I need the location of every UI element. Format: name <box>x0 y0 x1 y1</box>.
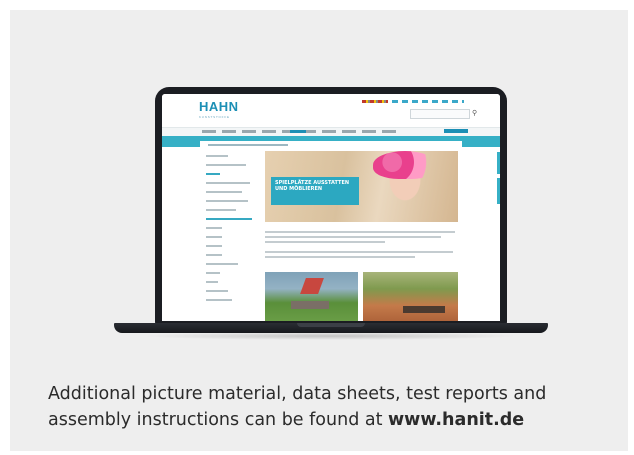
website-url-link[interactable]: www.hanit.de <box>388 410 524 430</box>
caption-line-1: Additional picture material, data sheets… <box>48 384 547 404</box>
website-side-tab <box>497 152 500 174</box>
website-search-field <box>410 109 470 119</box>
language-flags <box>362 100 388 103</box>
laptop-notch <box>297 323 365 327</box>
caption-line-2-prefix: assembly instructions can be found at <box>48 410 389 430</box>
caption-text: Additional picture material, data sheets… <box>48 381 608 433</box>
website-sidebar <box>206 155 258 308</box>
website-nav-active-item <box>290 130 306 133</box>
laptop-image: HAHN KUNSTSTOFFE ⚲ SPIELPLÄTZE AUSSTATTE… <box>155 87 507 324</box>
playground-photo-1 <box>265 272 358 321</box>
website-logo: HAHN <box>199 99 239 114</box>
website-nav-cta <box>444 129 468 133</box>
playground-photo-2 <box>363 272 458 321</box>
website-header: HAHN KUNSTSTOFFE ⚲ <box>162 94 500 127</box>
website-side-tab <box>497 178 500 204</box>
website-content: SPIELPLÄTZE AUSSTATTEN UND MÖBLIEREN <box>200 141 462 321</box>
website-breadcrumb <box>208 144 288 146</box>
website-hero-image: SPIELPLÄTZE AUSSTATTEN UND MÖBLIEREN <box>265 151 458 222</box>
website-logo-subtitle: KUNSTSTOFFE <box>199 115 230 119</box>
hero-title: SPIELPLÄTZE AUSSTATTEN UND MÖBLIEREN <box>275 180 350 192</box>
hero-hat-photo <box>373 151 437 179</box>
search-icon: ⚲ <box>472 110 478 117</box>
website-top-links <box>392 100 464 103</box>
laptop-shadow <box>140 332 520 340</box>
website-body-text <box>265 231 458 261</box>
laptop-screen: HAHN KUNSTSTOFFE ⚲ SPIELPLÄTZE AUSSTATTE… <box>162 94 500 321</box>
